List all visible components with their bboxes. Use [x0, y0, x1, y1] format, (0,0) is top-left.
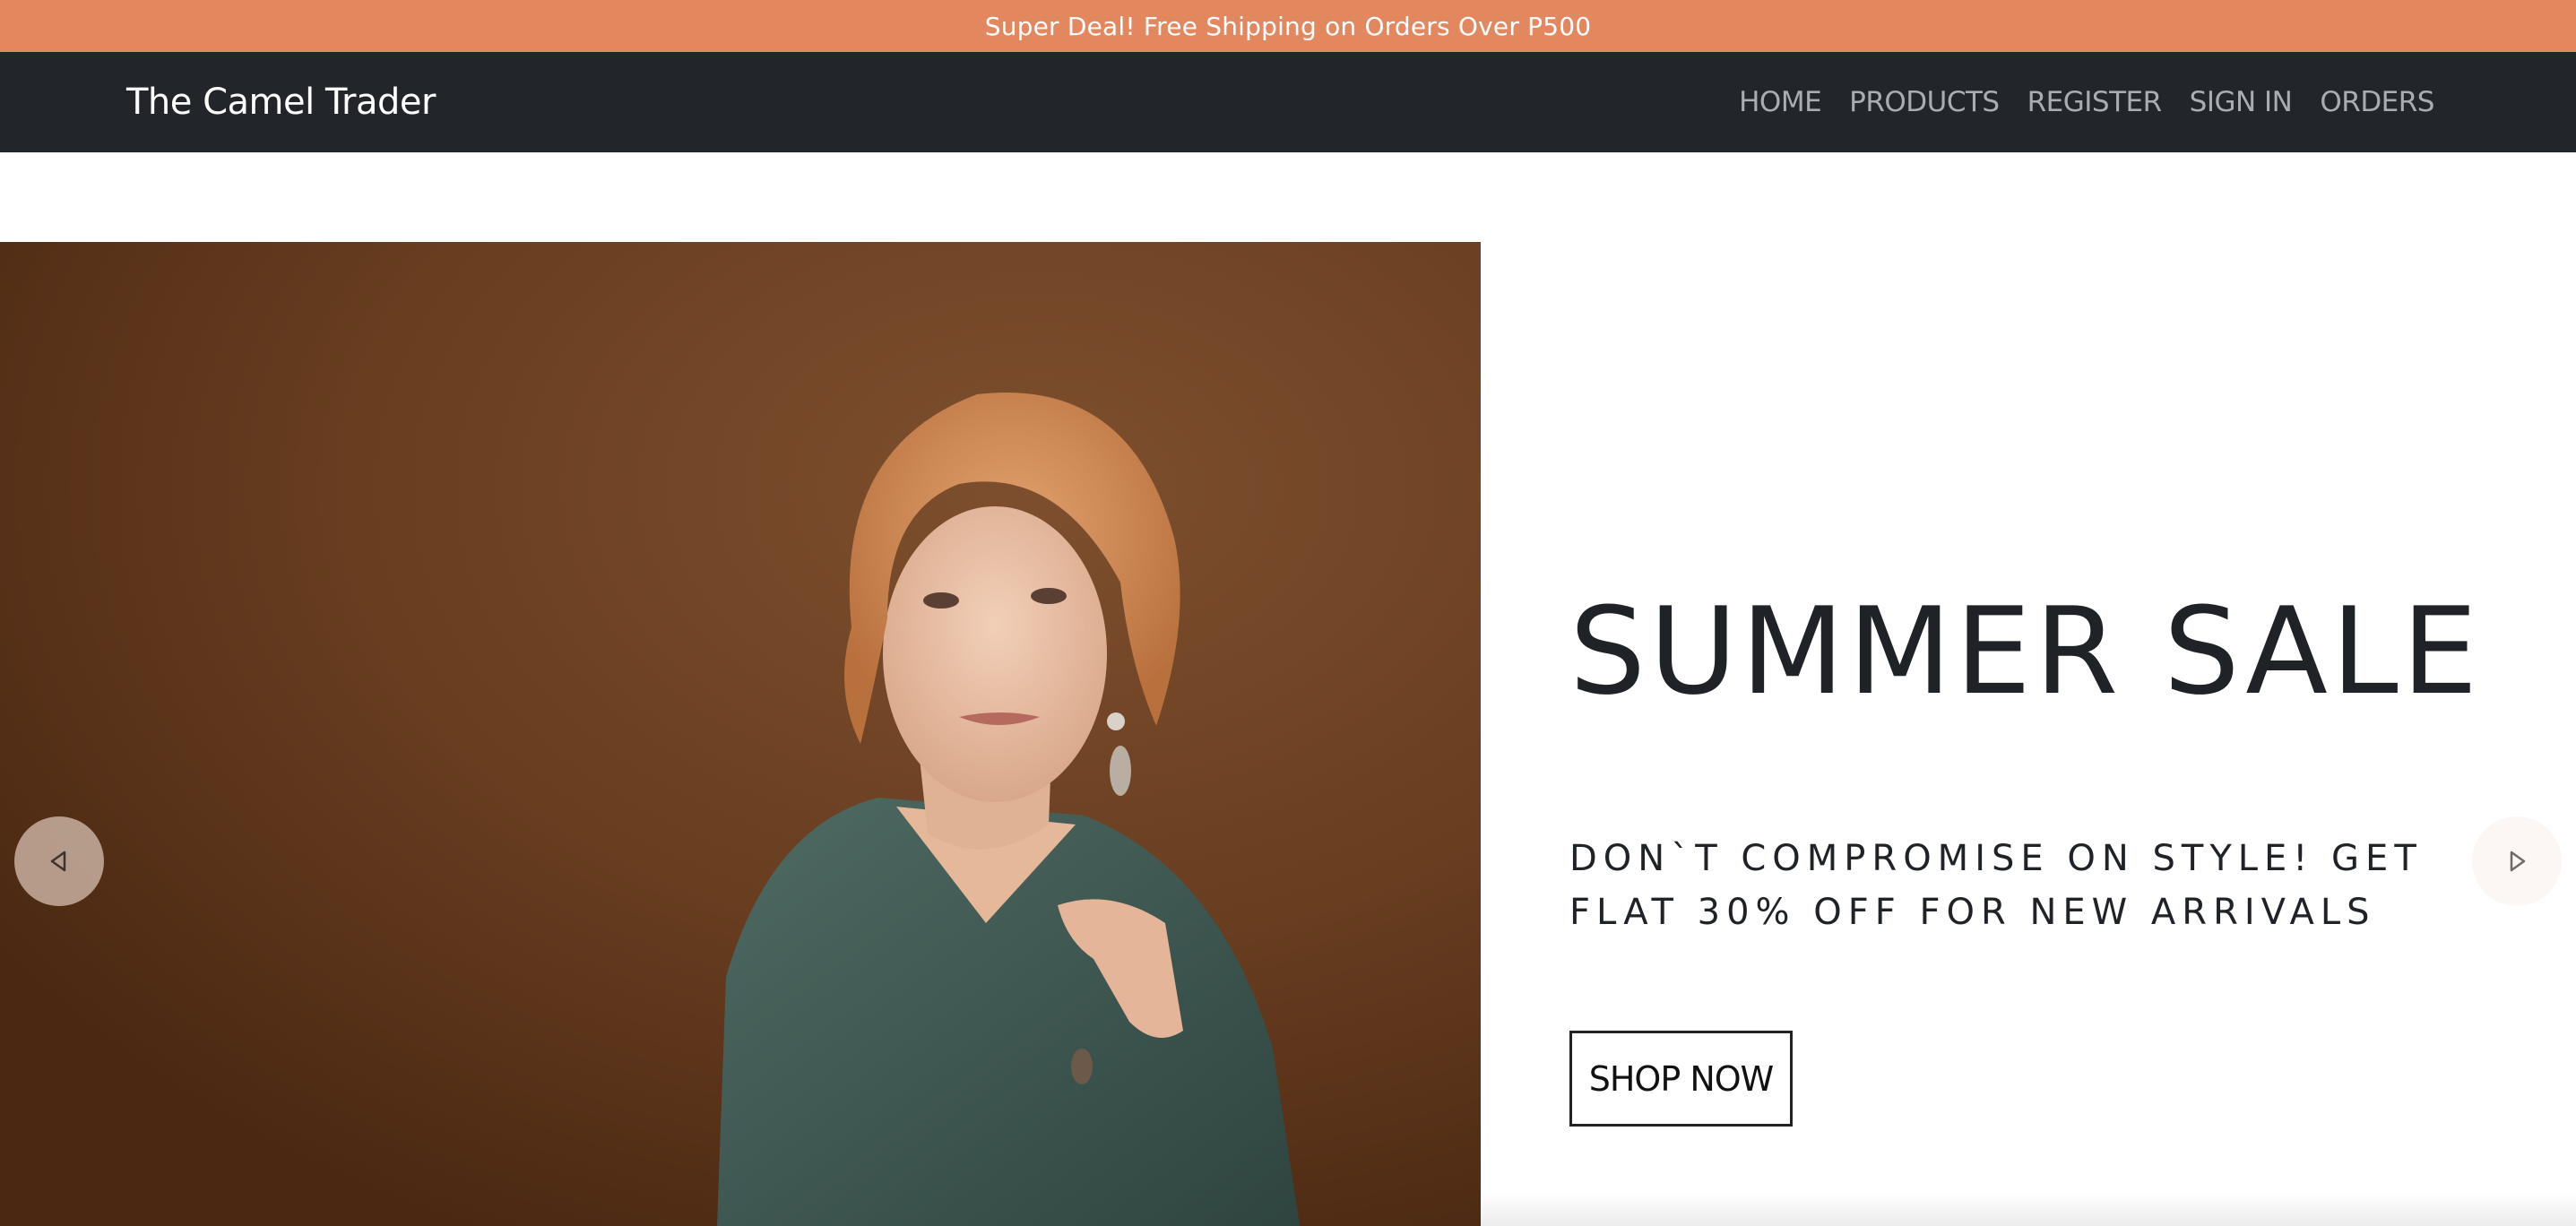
- bottom-shadow: [1481, 1192, 2576, 1226]
- hero-subtitle: DON`T COMPROMISE ON STYLE! GET FLAT 30% …: [1569, 838, 2423, 933]
- nav-link-register[interactable]: REGISTER: [2027, 86, 2163, 118]
- triangle-right-icon: [2510, 850, 2526, 872]
- announcement-text: Super Deal! Free Shipping on Orders Over…: [984, 11, 1592, 41]
- hero-copy: SUMMER SALE DON`T COMPROMISE ON STYLE! G…: [1569, 242, 2477, 1226]
- carousel-prev-button[interactable]: [14, 816, 104, 906]
- hero-image: [0, 242, 1481, 1226]
- hero-carousel: SUMMER SALE DON`T COMPROMISE ON STYLE! G…: [0, 242, 2576, 1226]
- model-photo-illustration: [0, 242, 1481, 1226]
- carousel-next-button[interactable]: [2472, 816, 2562, 906]
- nav-links: HOME PRODUCTS REGISTER SIGN IN ORDERS: [1739, 52, 2434, 152]
- nav-link-orders[interactable]: ORDERS: [2320, 86, 2434, 118]
- triangle-left-icon: [50, 850, 66, 872]
- shop-now-button[interactable]: SHOP NOW: [1569, 1031, 1793, 1127]
- brand-logo[interactable]: The Camel Trader: [126, 52, 436, 152]
- announcement-bar: Super Deal! Free Shipping on Orders Over…: [0, 0, 2576, 52]
- nav-link-sign-in[interactable]: SIGN IN: [2190, 86, 2293, 118]
- top-navbar: The Camel Trader HOME PRODUCTS REGISTER …: [0, 52, 2576, 152]
- hero-title: SUMMER SALE: [1569, 582, 2482, 721]
- nav-link-products[interactable]: PRODUCTS: [1849, 86, 2000, 118]
- nav-link-home[interactable]: HOME: [1739, 86, 1822, 118]
